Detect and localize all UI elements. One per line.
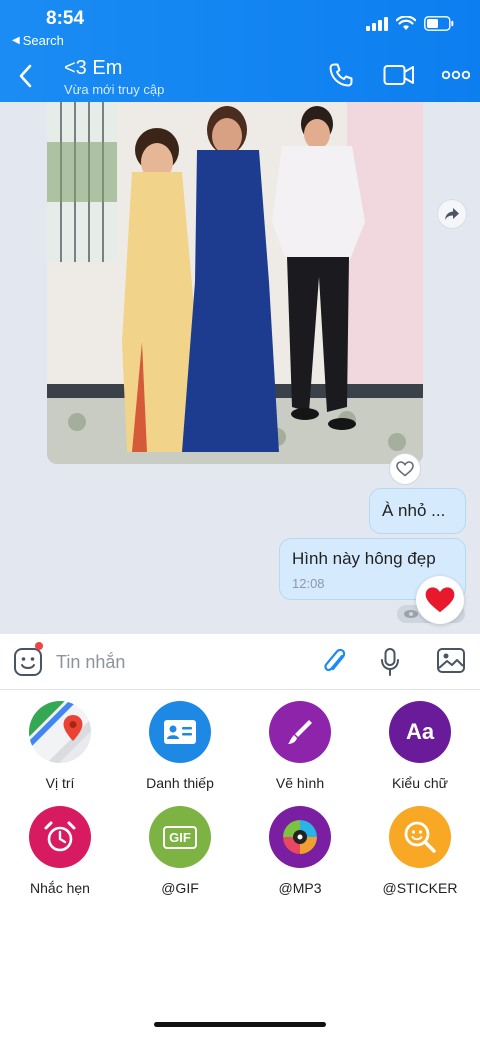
tool-business-card[interactable]: Danh thiếp — [120, 701, 240, 791]
tool-label: Vị trí — [45, 775, 75, 791]
chat-subtitle: Vừa mới truy cập — [64, 82, 165, 97]
alarm-clock-icon — [29, 806, 91, 868]
phone-icon[interactable] — [328, 62, 354, 88]
music-disc-glyph — [283, 820, 317, 854]
wifi-icon — [396, 16, 416, 30]
tool-draw[interactable]: Vẽ hình — [240, 701, 360, 791]
status-time: 8:54 — [46, 8, 85, 29]
paperclip-icon[interactable] — [322, 647, 348, 677]
tool-mp3[interactable]: @MP3 — [240, 806, 360, 896]
back-arrow-icon[interactable] — [14, 62, 38, 90]
chat-header: 8:54 ◀ Search <3 Em Vừa mới truy cập — [0, 0, 480, 102]
sticker-search-glyph — [404, 821, 436, 853]
attachment-tools: Vị trí Danh thiếp Vẽ hình Aa Kiểu chữ Nh… — [0, 690, 480, 1039]
tool-label: @GIF — [161, 880, 199, 896]
battery-icon — [424, 16, 454, 31]
eye-icon — [404, 610, 418, 618]
heart-filled-icon — [425, 587, 455, 613]
tool-label: Danh thiếp — [146, 775, 214, 791]
photo-message[interactable] — [47, 102, 423, 464]
emoji-icon[interactable] — [13, 647, 43, 677]
tool-gif[interactable]: GIF @GIF — [120, 806, 240, 896]
react-heart-button[interactable] — [389, 453, 421, 485]
chat-title[interactable]: <3 Em — [64, 57, 122, 80]
tool-reminder[interactable]: Nhắc hẹn — [0, 806, 120, 896]
alarm-clock-glyph — [44, 821, 76, 852]
more-dots-icon[interactable] — [442, 70, 470, 80]
map-pin-icon — [29, 701, 91, 763]
status-back-search[interactable]: ◀ Search — [12, 33, 64, 48]
gif-icon: GIF — [149, 806, 211, 868]
contact-card-icon — [149, 701, 211, 763]
message-bubble[interactable]: À nhỏ ... — [369, 488, 466, 534]
tool-location[interactable]: Vị trí — [0, 701, 120, 791]
share-forward-icon — [445, 208, 459, 220]
tool-label: Kiểu chữ — [391, 775, 449, 791]
home-indicator[interactable] — [154, 1022, 326, 1027]
message-text: Hình này hông đẹp — [292, 549, 436, 568]
contact-card-glyph — [164, 720, 196, 744]
status-icons — [366, 16, 454, 31]
tool-label: Vẽ hình — [275, 775, 325, 791]
message-composer — [0, 634, 480, 690]
small-back-triangle-icon: ◀ — [12, 35, 20, 46]
heart-outline-icon — [396, 461, 414, 477]
notification-dot — [35, 642, 43, 650]
video-camera-icon[interactable] — [383, 62, 415, 88]
microphone-icon[interactable] — [379, 647, 401, 677]
heart-reaction[interactable] — [416, 576, 464, 624]
map-pin-icon — [29, 701, 91, 763]
gif-glyph: GIF — [163, 825, 197, 849]
tool-sticker[interactable]: @STICKER — [360, 806, 480, 896]
brush-icon — [269, 701, 331, 763]
share-forward-button[interactable] — [437, 199, 467, 229]
chat-messages[interactable]: À nhỏ ... Hình này hông đẹp 12:08 — [0, 102, 480, 634]
sticker-search-icon — [389, 806, 451, 868]
tool-label: @STICKER — [382, 880, 458, 896]
photo-image — [47, 102, 423, 464]
signal-icon — [366, 16, 388, 31]
message-text: À nhỏ ... — [382, 501, 446, 520]
music-disc-icon — [269, 806, 331, 868]
tool-label: @MP3 — [278, 880, 322, 896]
status-back-label: Search — [22, 33, 64, 48]
image-icon[interactable] — [436, 647, 466, 675]
tool-font-style[interactable]: Aa Kiểu chữ — [360, 701, 480, 791]
message-input[interactable] — [56, 648, 296, 676]
tool-label: Nhắc hẹn — [30, 880, 90, 896]
brush-glyph — [288, 720, 312, 744]
font-icon: Aa — [389, 701, 451, 763]
